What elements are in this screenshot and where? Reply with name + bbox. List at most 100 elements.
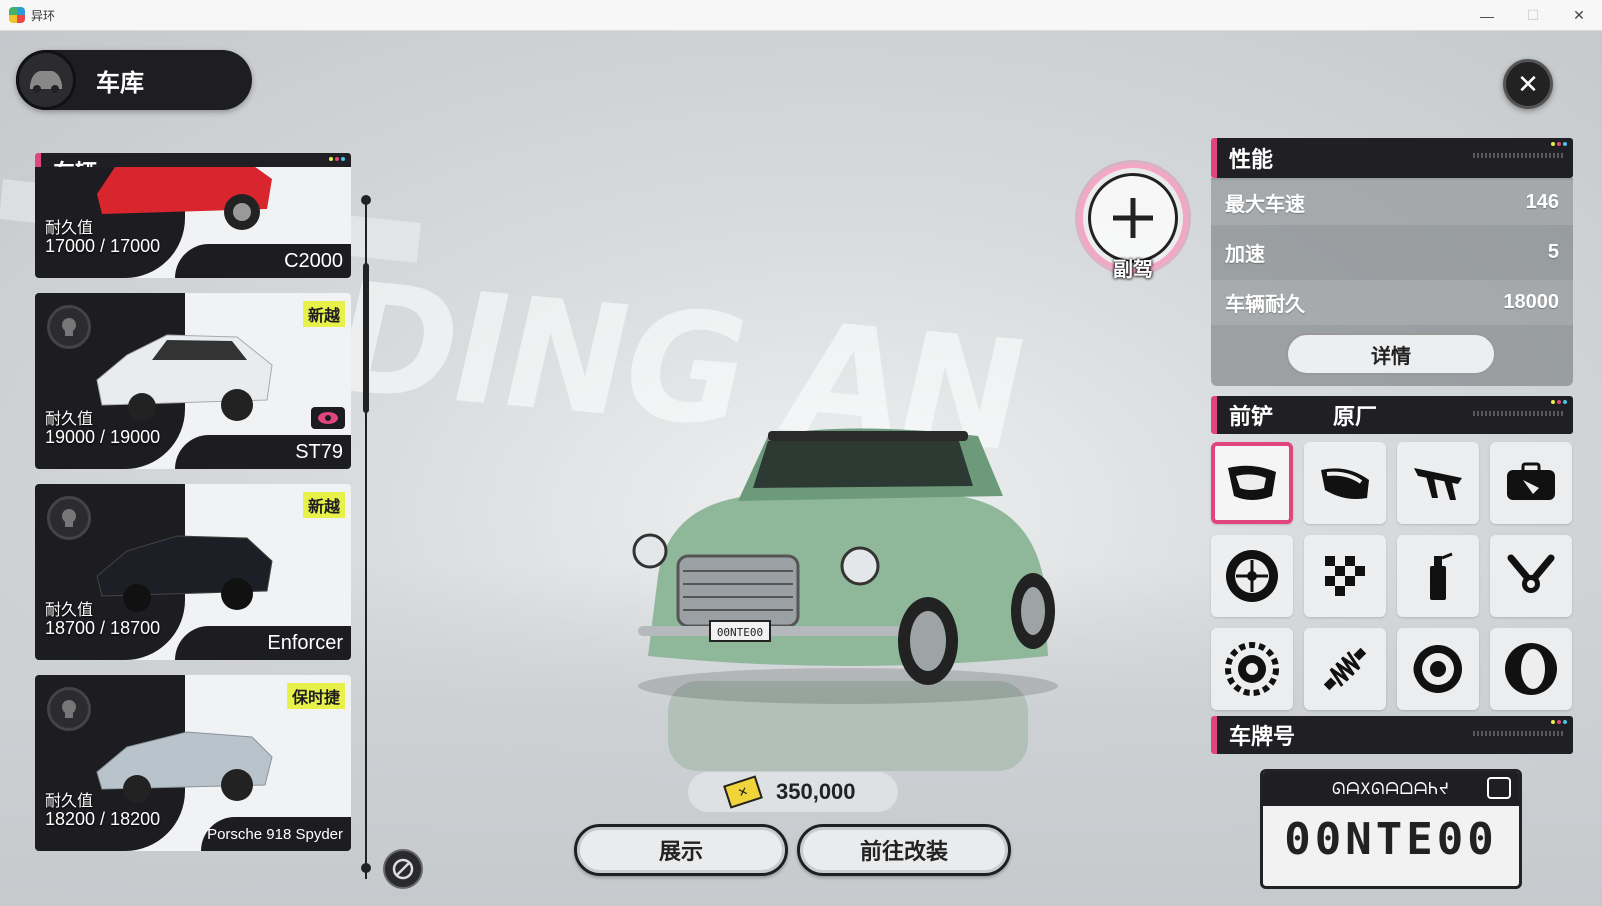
brand-tag: 新越	[302, 301, 345, 327]
vehicle-thumbnail	[96, 334, 273, 421]
durability-label: 耐久值	[45, 411, 94, 428]
rim-tile[interactable]	[1211, 535, 1293, 617]
performance-header: 性能	[1211, 138, 1573, 178]
stat-label: 车辆耐久	[1225, 294, 1305, 316]
tire-tile[interactable]	[1490, 628, 1572, 710]
price-tag: ✕ 350,000	[688, 772, 898, 812]
spray-icon	[1430, 552, 1453, 600]
performance-title: 性能	[1229, 147, 1274, 172]
spoiler-tile[interactable]	[1397, 442, 1479, 524]
copilot-button[interactable]: 副驾	[1078, 163, 1188, 281]
plate-header-text: ᘏᗩXᘏᗩᗝᗩᏂᔪ	[1263, 772, 1519, 806]
app-icon	[9, 7, 25, 23]
brand-tag: 保时捷	[286, 683, 345, 709]
durability-label: 耐久值	[45, 602, 94, 619]
price-value: 350,000	[776, 779, 856, 804]
stat-label: 加速	[1225, 244, 1265, 266]
front-bumper-icon	[1228, 465, 1276, 500]
durability-value: 17000 / 17000	[45, 236, 161, 256]
vehicle-thumbnail	[96, 731, 273, 803]
plate-number: 00NTE00	[1284, 814, 1498, 865]
plate-header: 车牌号	[1211, 716, 1573, 754]
copilot-label: 副驾	[1113, 259, 1153, 281]
plus-icon	[1113, 198, 1153, 238]
part-category: 前铲	[1229, 404, 1274, 429]
durability-label: 耐久值	[45, 220, 94, 237]
vehicle-list-scrollbar[interactable]	[361, 195, 371, 879]
stat-row: 加速 5	[1211, 230, 1573, 275]
car-model[interactable]: 00NTE00	[628, 426, 1068, 716]
front-bumper-tile[interactable]	[1211, 442, 1293, 524]
showcase-button[interactable]: 展示	[574, 824, 788, 876]
vehicle-thumbnail	[96, 535, 273, 612]
gear-icon	[1225, 642, 1279, 696]
durability-value: 18200 / 18200	[45, 809, 161, 829]
rim-icon	[1226, 550, 1278, 602]
lock-icon	[47, 496, 91, 540]
part-selection: 原厂	[1333, 404, 1378, 429]
vehicle-name: Porsche 918 Spyder	[201, 817, 351, 851]
modify-button[interactable]: 前往改装	[797, 824, 1011, 876]
ticket-icon: ✕	[723, 775, 763, 809]
scrollbar-thumb[interactable]	[363, 263, 369, 413]
garage-title: 车库	[96, 69, 144, 97]
car-plate-text: 00NTE00	[717, 626, 763, 639]
close-icon: ✕	[1517, 68, 1539, 99]
close-window-button[interactable]: ✕	[1556, 0, 1602, 31]
engine-icon	[1507, 554, 1555, 593]
vehicle-card[interactable]: 新越 耐久值 18700 / 18700 Enforcer	[35, 484, 351, 660]
performance-panel: 最大车速 146 加速 5 车辆耐久 18000 详情	[1211, 178, 1573, 386]
vehicle-name: Enforcer	[175, 626, 351, 660]
lock-icon	[47, 687, 91, 731]
paint-icon	[1325, 556, 1365, 596]
stat-value: 146	[1525, 191, 1559, 213]
brand-tag: 新越	[302, 492, 345, 518]
trunk-tile[interactable]	[1490, 442, 1572, 524]
window-titlebar: 异环 — ☐ ✕	[0, 0, 1602, 31]
close-button[interactable]: ✕	[1503, 59, 1553, 109]
stat-label: 最大车速	[1225, 194, 1305, 216]
vehicle-name: ST79	[175, 435, 351, 469]
garage-scene: DING AN 00NTE00 车库 ✕ 耐久值 17000 / 17000 C…	[0, 31, 1602, 906]
spray-tile[interactable]	[1397, 535, 1479, 617]
maximize-button[interactable]: ☐	[1510, 0, 1556, 31]
vehicle-card[interactable]: 新越 耐久值 19000 / 19000 ST79	[35, 293, 351, 469]
spoiler-icon	[1414, 468, 1462, 500]
durability-label: 耐久值	[45, 793, 94, 810]
suspension-icon	[1323, 647, 1367, 691]
vehicle-card[interactable]: 耐久值 17000 / 17000 C2000	[35, 167, 351, 278]
vehicle-list[interactable]: 耐久值 17000 / 17000 C2000 新越 耐久值 19000 / 1…	[35, 167, 351, 875]
reset-view-button[interactable]	[383, 849, 423, 889]
durability-value: 18700 / 18700	[45, 618, 161, 638]
license-plate[interactable]: ᘏᗩXᘏᗩᗝᗩᏂᔪ 00NTE00	[1260, 769, 1522, 889]
window-title: 异环	[31, 8, 56, 23]
brake-tile[interactable]	[1397, 628, 1479, 710]
gearbox-tile[interactable]	[1211, 628, 1293, 710]
stat-value: 5	[1547, 241, 1559, 263]
minimize-button[interactable]: —	[1464, 0, 1510, 31]
stat-row: 车辆耐久 18000	[1211, 280, 1573, 325]
lock-icon	[47, 305, 91, 349]
rear-bumper-icon	[1321, 468, 1369, 499]
car-avatar-icon	[16, 50, 76, 110]
plate-title: 车牌号	[1229, 724, 1296, 749]
vehicle-thumbnail	[97, 167, 272, 230]
no-entry-icon	[392, 858, 414, 880]
parts-header: 前铲 原厂	[1211, 396, 1573, 434]
vehicle-name: C2000	[175, 244, 351, 278]
suspension-tile[interactable]	[1304, 628, 1386, 710]
tire-icon	[1505, 643, 1557, 695]
stat-row: 最大车速 146	[1211, 180, 1573, 225]
details-button[interactable]: 详情	[1286, 333, 1496, 375]
eye-icon[interactable]	[311, 407, 345, 429]
garage-header: 车库	[16, 50, 252, 110]
edit-icon[interactable]	[1487, 777, 1511, 799]
vehicle-card[interactable]: 保时捷 耐久值 18200 / 18200 Porsche 918 Spyder	[35, 675, 351, 851]
paint-tile[interactable]	[1304, 535, 1386, 617]
brake-icon	[1413, 645, 1462, 693]
rear-bumper-tile[interactable]	[1304, 442, 1386, 524]
trunk-icon	[1507, 462, 1555, 500]
stat-value: 18000	[1503, 291, 1559, 313]
durability-value: 19000 / 19000	[45, 427, 161, 447]
engine-tile[interactable]	[1490, 535, 1572, 617]
